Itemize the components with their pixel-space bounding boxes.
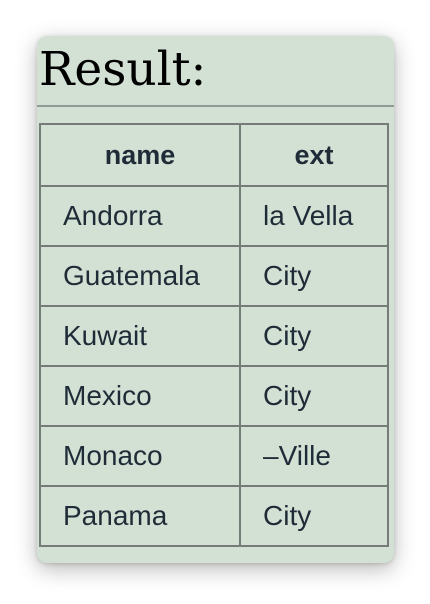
title-divider — [37, 105, 394, 107]
table-row: Guatemala City — [39, 245, 389, 307]
result-title: Result: — [39, 42, 207, 97]
cell-name: Monaco — [39, 425, 241, 487]
cell-ext: –Ville — [239, 425, 389, 487]
table-header-row: name ext — [39, 123, 389, 187]
table-row: Kuwait City — [39, 305, 389, 367]
table-row: Monaco –Ville — [39, 425, 389, 487]
table-row: Mexico City — [39, 365, 389, 427]
column-header-name: name — [39, 123, 241, 187]
cell-name: Panama — [39, 485, 241, 547]
column-header-ext: ext — [239, 123, 389, 187]
result-panel: Result: name ext Andorra la Vella Guatem… — [37, 36, 394, 563]
cell-name: Guatemala — [39, 245, 241, 307]
cell-ext: la Vella — [239, 185, 389, 247]
result-table: name ext Andorra la Vella Guatemala City… — [39, 123, 389, 547]
cell-name: Andorra — [39, 185, 241, 247]
table-row: Panama City — [39, 485, 389, 547]
cell-ext: City — [239, 305, 389, 367]
cell-ext: City — [239, 245, 389, 307]
cell-ext: City — [239, 365, 389, 427]
table-row: Andorra la Vella — [39, 185, 389, 247]
cell-name: Mexico — [39, 365, 241, 427]
cell-name: Kuwait — [39, 305, 241, 367]
cell-ext: City — [239, 485, 389, 547]
